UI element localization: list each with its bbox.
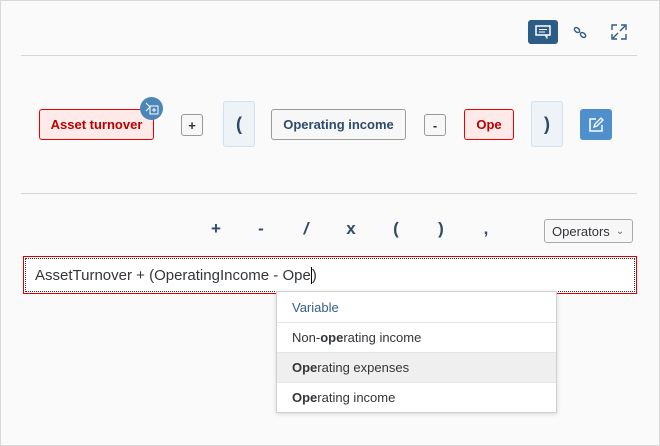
operator-close-paren[interactable]: ) bbox=[429, 219, 453, 239]
unlink-button[interactable] bbox=[565, 20, 595, 44]
edit-icon bbox=[589, 116, 604, 132]
suggestion-item[interactable]: Ope rating income bbox=[277, 382, 556, 412]
token-ope[interactable]: Ope bbox=[464, 109, 514, 140]
formula-text-after: ) bbox=[311, 266, 317, 284]
formula-text: AssetTurnover + (OperatingIncome - Ope bbox=[35, 266, 311, 284]
token-label: - bbox=[432, 117, 438, 133]
token-operating-income[interactable]: Operating income bbox=[271, 109, 406, 140]
suggestion-item-highlighted[interactable]: Ope rating expenses bbox=[277, 352, 556, 382]
expand-button[interactable] bbox=[604, 20, 634, 44]
insert-variable-icon bbox=[145, 102, 158, 114]
token-plus[interactable]: + bbox=[181, 114, 203, 136]
insert-variable-button[interactable] bbox=[140, 97, 163, 120]
item-text: Non- bbox=[292, 330, 321, 345]
token-open-paren[interactable]: ( bbox=[223, 101, 255, 147]
operator-plus[interactable]: + bbox=[204, 219, 228, 239]
operator-multiply[interactable]: x bbox=[339, 219, 363, 239]
operator-open-paren[interactable]: ( bbox=[384, 219, 408, 239]
suggestions-popover: Variable Non-ope rating income Ope rating … bbox=[276, 291, 557, 413]
token-close-paren[interactable]: ) bbox=[531, 101, 563, 147]
token-label: Ope bbox=[476, 117, 502, 132]
token-label: Asset turnover bbox=[50, 117, 143, 132]
suggestions-header: Variable bbox=[292, 299, 339, 315]
operator-comma[interactable]: , bbox=[474, 219, 498, 239]
divider bbox=[21, 55, 637, 56]
edit-button[interactable] bbox=[580, 109, 612, 140]
expand-icon bbox=[611, 24, 627, 40]
comment-button[interactable] bbox=[528, 20, 558, 44]
suggestion-item[interactable]: Non-ope rating income bbox=[277, 322, 556, 352]
token-label: ) bbox=[544, 113, 550, 134]
unlink-icon bbox=[573, 26, 587, 39]
item-text: rating income bbox=[343, 330, 422, 345]
operators-dropdown-label: Operators bbox=[552, 223, 610, 239]
token-label: Operating income bbox=[283, 117, 394, 132]
operators-dropdown[interactable]: Operators ⌄ bbox=[544, 219, 633, 243]
comment-icon bbox=[535, 25, 551, 39]
formula-input[interactable]: AssetTurnover + (OperatingIncome - Ope) bbox=[23, 256, 637, 294]
item-text: rating expenses bbox=[317, 360, 410, 375]
token-label: ( bbox=[236, 113, 242, 134]
item-match: Ope bbox=[292, 390, 318, 405]
operator-divide[interactable]: / bbox=[294, 219, 318, 239]
token-asset-turnover[interactable]: Asset turnover bbox=[39, 109, 154, 140]
item-text: rating income bbox=[317, 390, 396, 405]
token-label: + bbox=[188, 117, 196, 133]
chevron-down-icon: ⌄ bbox=[615, 225, 625, 237]
item-match: Ope bbox=[292, 360, 318, 375]
item-match: ope bbox=[320, 330, 344, 345]
divider bbox=[21, 193, 637, 194]
operator-minus[interactable]: - bbox=[249, 219, 273, 239]
token-minus[interactable]: - bbox=[424, 114, 446, 136]
